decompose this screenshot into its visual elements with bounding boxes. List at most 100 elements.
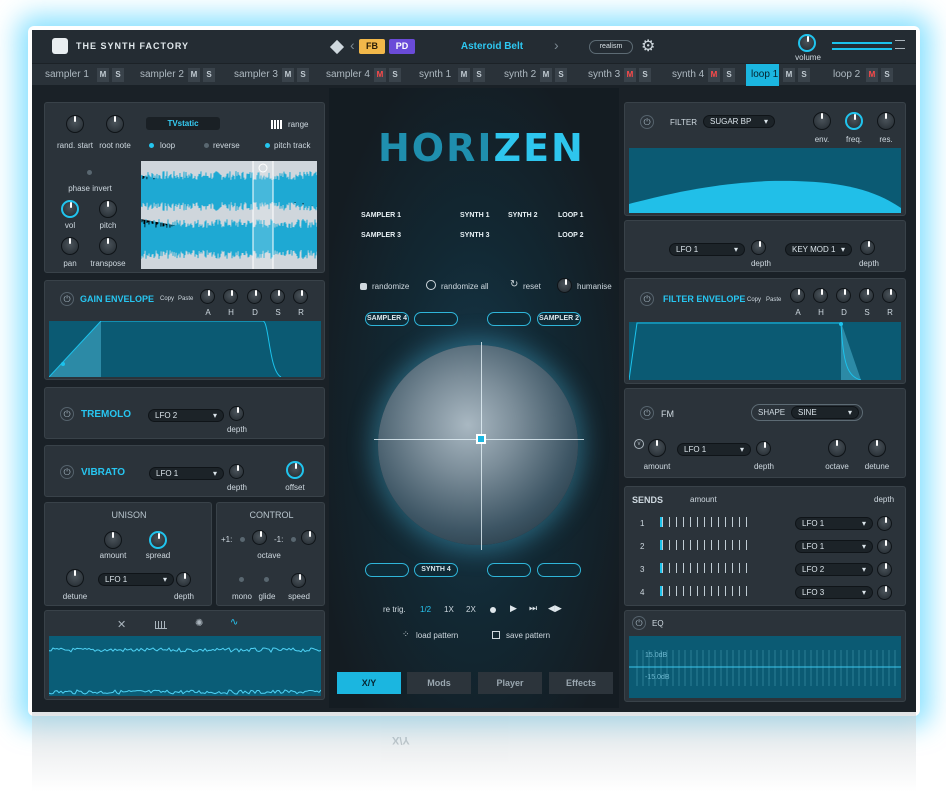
fenv-sustain-knob[interactable] [859,288,874,303]
corner-slot-bottom-left[interactable]: SYNTH 4 [414,563,458,577]
reset-button[interactable]: reset [523,282,541,291]
vibrato-lfo-select[interactable]: LFO 1 [149,467,224,480]
decay-knob[interactable] [247,289,262,304]
tab-sampler-1[interactable]: sampler 1 MS [40,64,126,86]
octave-plus-knob[interactable] [252,530,267,545]
send-depth-knob[interactable] [877,539,892,554]
filter-envelope-graph[interactable] [629,322,901,380]
mono-radio[interactable] [239,577,244,582]
solo-button[interactable]: S [389,68,401,82]
mute-button[interactable]: M [458,68,470,82]
solo-button[interactable]: S [723,68,735,82]
rand-start-knob[interactable] [66,115,84,133]
randomize-all-icon[interactable] [426,280,436,290]
gain-envelope-graph[interactable] [49,321,321,377]
mute-button[interactable]: M [540,68,552,82]
corner-slot-bottom-left-1[interactable] [365,563,409,577]
xy-handle[interactable] [476,434,486,444]
power-icon[interactable]: ⏻ [640,406,654,420]
mute-button[interactable]: M [188,68,200,82]
mod-lfo-select[interactable]: LFO 1 [669,243,745,256]
tab-sampler-2[interactable]: sampler 2 MS [135,64,221,86]
preset-name[interactable]: Asteroid Belt [437,41,547,52]
fenv-release-knob[interactable] [882,288,897,303]
fm-detune-knob[interactable] [868,439,886,457]
waveform-icon[interactable]: ∿ [230,617,238,628]
mod-depth-knob-2[interactable] [860,240,875,255]
copy-button[interactable]: Copy [160,296,174,302]
tab-mods[interactable]: Mods [407,672,471,694]
unison-spread-knob[interactable] [149,531,167,549]
reverse-radio[interactable] [204,143,209,148]
filter-res-knob[interactable] [877,112,895,130]
loop-radio[interactable] [149,143,154,148]
fm-shape-select[interactable]: SINE [791,406,859,419]
corner-slot-top-right-1[interactable] [487,312,531,326]
fm-lfo-select[interactable]: LFO 1 [677,443,751,456]
rewind-forward-icon[interactable]: ◀▶ [548,603,562,614]
badge-pd[interactable]: PD [389,39,415,54]
send-amount-slider[interactable] [660,586,752,596]
corner-slot-top-right[interactable]: SAMPLER 2 [537,312,581,326]
solo-button[interactable]: S [639,68,651,82]
power-icon[interactable]: ⏻ [60,407,74,421]
slot-sampler-3[interactable]: SAMPLER 3 [361,232,401,239]
solo-button[interactable]: S [555,68,567,82]
volume-knob[interactable] [798,34,816,52]
slot-synth-1[interactable]: SYNTH 1 [460,212,490,219]
reset-icon[interactable]: ↻ [510,279,518,290]
load-pattern-icon[interactable]: ⁘ [402,629,410,640]
send-lfo-select[interactable]: LFO 2 [795,563,873,576]
paste-button[interactable]: Paste [178,296,193,302]
corner-slot-top-left-2[interactable] [414,312,458,326]
octave-minus-knob[interactable] [301,530,316,545]
sustain-knob[interactable] [270,289,285,304]
mute-button[interactable]: M [708,68,720,82]
badge-fb[interactable]: FB [359,39,385,54]
retrig-1x[interactable]: 1X [444,605,454,614]
solo-button[interactable]: S [112,68,124,82]
fenv-decay-knob[interactable] [836,288,851,303]
vol-knob[interactable] [61,200,79,218]
send-amount-slider[interactable] [660,540,752,550]
gear-icon[interactable]: ⚙ [641,36,655,56]
slot-loop-1[interactable]: LOOP 1 [558,212,584,219]
particles-icon[interactable]: ✺ [195,618,203,629]
eq-graph[interactable] [629,636,901,698]
power-icon[interactable]: ⏻ [60,292,74,306]
speed-knob[interactable] [291,573,306,588]
fenv-hold-knob[interactable] [813,288,828,303]
loop1-mute-button[interactable]: M [783,68,795,82]
next-preset-icon[interactable]: › [554,37,559,53]
vibrato-offset-knob[interactable] [286,461,304,479]
send-depth-knob[interactable] [877,585,892,600]
tab-synth-4[interactable]: synth 4MS [667,64,747,86]
tremolo-lfo-select[interactable]: LFO 2 [148,409,224,422]
hold-knob[interactable] [223,289,238,304]
send-amount-slider[interactable] [660,517,752,527]
planet-xy-pad[interactable] [378,345,578,545]
tab-sampler-4[interactable]: sampler 4 MS [321,64,407,86]
paste-button[interactable]: Paste [766,297,781,303]
pan-knob[interactable] [61,237,79,255]
humanise-knob[interactable] [557,278,572,293]
range-label[interactable]: range [288,120,308,129]
slot-synth-3[interactable]: SYNTH 3 [460,232,490,239]
solo-button[interactable]: S [203,68,215,82]
unison-detune-knob[interactable] [66,569,84,587]
slot-sampler-1[interactable]: SAMPLER 1 [361,212,401,219]
tab-xy[interactable]: X/Y [337,672,401,694]
randomize-all-button[interactable]: randomize all [441,282,489,291]
pitch-track-radio[interactable] [265,143,270,148]
slot-synth-2[interactable]: SYNTH 2 [508,212,538,219]
sample-preset-field[interactable]: TVstatic [146,117,220,130]
mute-button[interactable]: M [624,68,636,82]
fm-amount-knob[interactable] [648,439,666,457]
octave-minus-radio[interactable] [291,537,296,542]
send-depth-knob[interactable] [877,516,892,531]
send-lfo-select[interactable]: LFO 1 [795,540,873,553]
send-amount-slider[interactable] [660,563,752,573]
copy-button[interactable]: Copy [747,297,761,303]
tremolo-depth-knob[interactable] [229,406,244,421]
phase-invert-radio[interactable] [87,170,92,175]
